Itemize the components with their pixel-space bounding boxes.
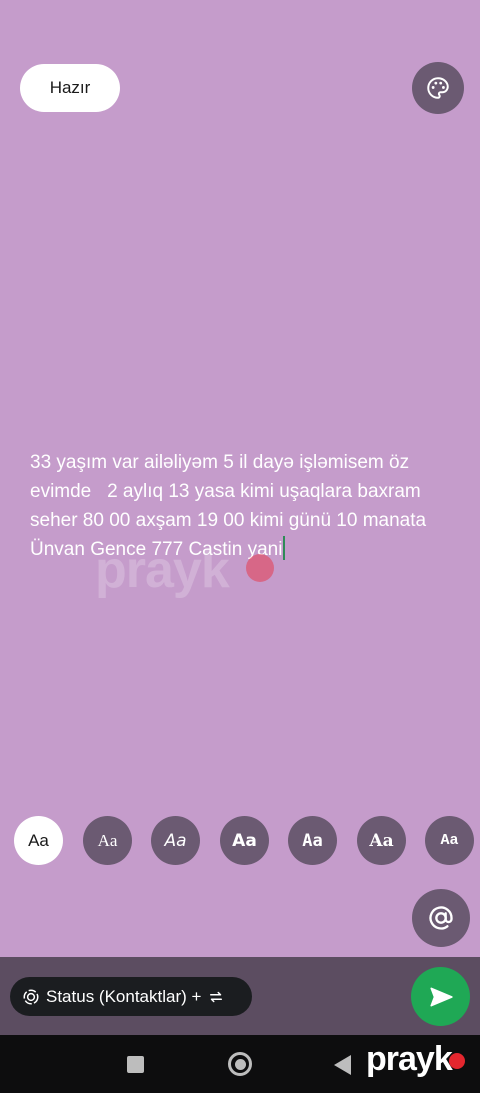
watermark-text: prayk [95,541,230,599]
status-text-content: 33 yaşım var ailəliyəm 5 il dayə işləmis… [30,452,437,560]
palette-icon [427,77,449,99]
audience-label: Status (Kontaktlar) + [46,986,202,1006]
font-style-selector: Aa Aa Aa Aa Aa Aa Aa [0,816,480,866]
done-button[interactable]: Hazır [20,64,120,112]
nav-recents-button[interactable] [127,1056,144,1073]
text-caret [283,536,286,560]
send-icon [429,987,453,1006]
watermark-dot [246,554,274,582]
nav-home-button[interactable] [228,1052,252,1076]
nav-home-dot [234,1058,246,1070]
status-audience-button[interactable]: Status (Kontaktlar) + [10,977,252,1016]
font-option-mono-bold[interactable]: Aa [288,816,337,865]
watermark-corner-text: prayk [366,1040,453,1078]
at-icon [429,906,453,930]
send-button[interactable] [411,967,470,1026]
font-option-italic[interactable]: Aa [151,816,200,865]
font-option-mono[interactable]: Aa [425,816,474,865]
status-text-editor[interactable]: 33 yaşım var ailəliyəm 5 il dayə işləmis… [30,448,455,564]
font-option-serif[interactable]: Aa [83,816,132,865]
font-option-sans[interactable]: Aa [14,816,63,865]
status-icon [23,989,39,1004]
palette-button[interactable] [412,62,464,114]
nav-back-button[interactable] [334,1055,351,1075]
font-option-bold[interactable]: Aa [220,816,269,865]
font-option-serif-bold[interactable]: Aa [357,816,406,865]
switch-icon [210,991,223,1002]
mention-button[interactable] [412,889,470,947]
watermark-corner-dot [449,1053,465,1069]
